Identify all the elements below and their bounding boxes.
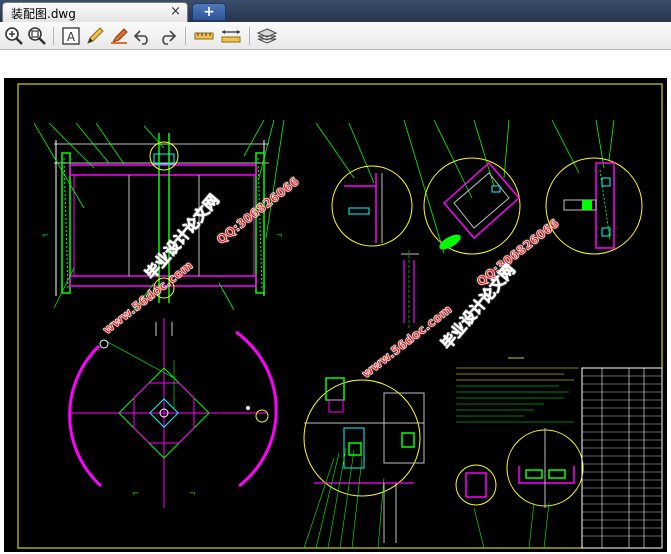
layers-icon[interactable]: [256, 25, 278, 47]
tab-title: 装配图.dwg: [11, 7, 76, 21]
toolbar-separator: [185, 27, 186, 45]
svg-text:A: A: [67, 30, 76, 44]
text-icon[interactable]: A: [60, 25, 82, 47]
toolbar: A: [0, 22, 671, 50]
assembly-drawing: ⌐ ¬ ⌐ ¬: [17, 83, 663, 549]
parts-list: [581, 367, 663, 549]
redo-icon[interactable]: [156, 25, 178, 47]
detail-views: [315, 119, 643, 255]
svg-text:¬: ¬: [276, 231, 283, 240]
bearing-detail: [303, 377, 425, 549]
svg-text:⌐: ⌐: [132, 489, 139, 498]
dimension-icon[interactable]: [220, 25, 242, 47]
toolbar-separator: [249, 27, 250, 45]
small-detail: [455, 428, 584, 549]
shaft-section: [401, 250, 419, 328]
tech-notes: [456, 357, 579, 423]
close-icon[interactable]: ×: [170, 4, 181, 19]
svg-text:¬: ¬: [189, 489, 196, 498]
zoom-window-icon[interactable]: [26, 25, 48, 47]
toolbar-separator: [53, 27, 54, 45]
plan-view: ⌐ ¬: [68, 318, 278, 508]
tab-bar: 装配图.dwg × +: [0, 0, 671, 22]
cad-viewer-window: 装配图.dwg × + A ⌐ ¬ ⌐ ¬ 毕业设计论文网 QQ:3068260…: [0, 0, 671, 554]
pencil-icon[interactable]: [84, 25, 106, 47]
zoom-in-icon[interactable]: [3, 25, 25, 47]
undo-icon[interactable]: [132, 25, 154, 47]
drawing-canvas[interactable]: ⌐ ¬ ⌐ ¬ 毕业设计论文网 QQ:306826066 www.56doc.c…: [4, 78, 667, 552]
tab-drawing[interactable]: 装配图.dwg ×: [2, 2, 188, 22]
highlighter-icon[interactable]: [108, 25, 130, 47]
measure-icon[interactable]: [193, 25, 215, 47]
svg-text:⌐: ⌐: [42, 231, 49, 240]
new-tab-button[interactable]: +: [192, 3, 226, 21]
